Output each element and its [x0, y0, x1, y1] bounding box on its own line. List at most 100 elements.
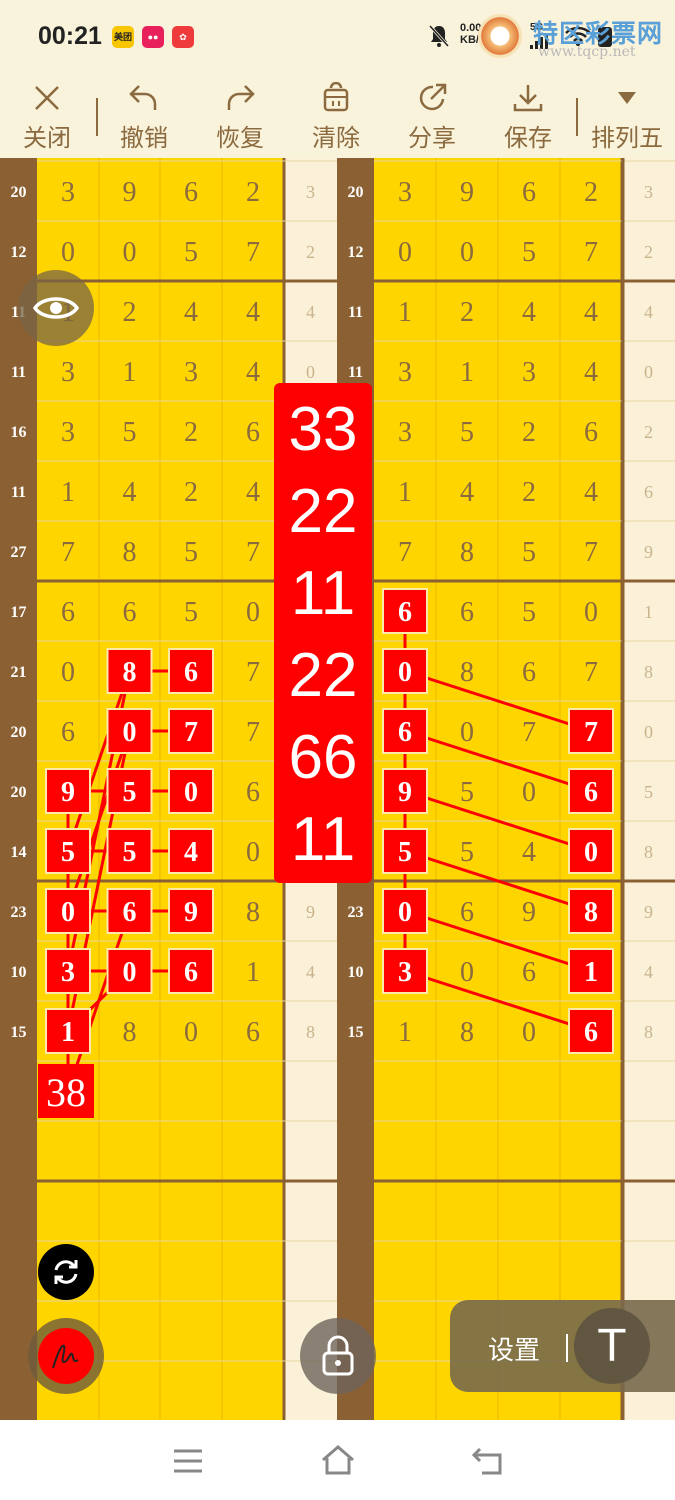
- undo-label: 撤销: [120, 125, 168, 152]
- left-extra-digit: 2: [306, 242, 315, 262]
- left-digit: 9: [123, 177, 137, 208]
- eye-toggle-button[interactable]: [18, 270, 94, 346]
- right-issue-id: 20: [348, 184, 364, 201]
- left-issue-id: 11: [11, 484, 26, 501]
- right-issue-id: 10: [348, 964, 364, 981]
- left-digit: 8: [246, 897, 260, 928]
- mute-bell-icon: [428, 24, 450, 54]
- clear-button[interactable]: 清除: [296, 78, 376, 154]
- left-digit: 6: [123, 597, 137, 628]
- close-button[interactable]: 关闭: [7, 78, 87, 154]
- left-digit: 0: [61, 897, 75, 928]
- save-label: 保存: [504, 125, 552, 152]
- right-issue-id: 23: [348, 904, 364, 921]
- left-digit: 7: [246, 717, 260, 748]
- right-digit: 0: [398, 237, 412, 268]
- home-nav-button[interactable]: [320, 1444, 356, 1481]
- left-digit: 6: [184, 657, 198, 688]
- center-number: 33: [288, 395, 358, 464]
- save-button[interactable]: 保存: [488, 78, 568, 154]
- left-digit: 1: [61, 477, 75, 508]
- left-digit: 6: [61, 717, 75, 748]
- right-digit: 6: [584, 777, 598, 808]
- right-digit: 4: [584, 297, 598, 328]
- toolbar-divider: [576, 98, 578, 136]
- meituan-app-icon: 美团: [112, 26, 134, 48]
- right-digit: 0: [398, 657, 412, 688]
- left-digit: 0: [184, 1017, 198, 1048]
- pen-button[interactable]: [28, 1318, 104, 1394]
- right-digit: 3: [398, 957, 412, 988]
- left-digit: 4: [184, 297, 198, 328]
- right-digit: 6: [522, 657, 536, 688]
- left-extra-digit: 3: [306, 182, 315, 202]
- left-digit: 8: [123, 537, 137, 568]
- left-digit: 7: [246, 537, 260, 568]
- left-digit: 9: [61, 777, 75, 808]
- right-digit: 2: [522, 477, 536, 508]
- settings-button[interactable]: 设置: [488, 1330, 540, 1367]
- left-issue-id: 20: [11, 724, 27, 741]
- right-extra-digit: 0: [644, 722, 653, 742]
- left-digit: 4: [246, 357, 260, 388]
- text-tool-button[interactable]: T: [574, 1308, 650, 1384]
- redo-button[interactable]: 恢复: [200, 78, 280, 154]
- center-number-panel: 33 22 11 22 66 11: [274, 383, 372, 883]
- right-digit: 7: [584, 717, 598, 748]
- left-issue-id: 17: [11, 604, 27, 621]
- left-digit: 5: [123, 417, 137, 448]
- center-number: 11: [290, 805, 356, 874]
- download-icon: [513, 85, 543, 112]
- right-digit: 0: [398, 897, 412, 928]
- left-digit: 6: [61, 597, 75, 628]
- left-digit: 1: [246, 957, 260, 988]
- home-icon: [322, 1445, 354, 1475]
- left-digit: 0: [61, 657, 75, 688]
- left-digit: 6: [246, 417, 260, 448]
- left-digit: 9: [184, 897, 198, 928]
- left-digit: 0: [246, 837, 260, 868]
- toolbar: 关闭 撤销 恢复 清除 分享 保存 排列五: [0, 72, 675, 158]
- right-digit: 6: [584, 417, 598, 448]
- left-issue-id: 16: [11, 424, 27, 441]
- left-digit: 2: [184, 477, 198, 508]
- lock-button[interactable]: [300, 1318, 376, 1394]
- right-extra-digit: 8: [644, 662, 653, 682]
- undo-button[interactable]: 撤销: [104, 78, 184, 154]
- pen-color-swatch: [38, 1328, 94, 1384]
- refresh-button[interactable]: [38, 1244, 94, 1300]
- menu-nav-button[interactable]: [172, 1448, 204, 1479]
- right-extra-digit: 0: [644, 362, 653, 382]
- left-issue-id: 20: [11, 784, 27, 801]
- right-extra-digit: 4: [644, 302, 653, 322]
- text-tool-label: T: [598, 1320, 626, 1372]
- watermark: 特区彩票网 www.tqcp.net: [478, 14, 668, 64]
- share-icon: [419, 83, 447, 111]
- right-extra-digit: 2: [644, 242, 653, 262]
- right-digit: 7: [584, 537, 598, 568]
- clock: 00:21: [38, 22, 102, 50]
- right-digit: 0: [584, 597, 598, 628]
- right-digit: 5: [460, 837, 474, 868]
- right-digit: 5: [522, 597, 536, 628]
- left-issue-id: 27: [11, 544, 27, 561]
- right-extra-digit: 8: [644, 842, 653, 862]
- right-digit: 5: [398, 837, 412, 868]
- right-digit: 9: [522, 897, 536, 928]
- left-digit: 2: [184, 417, 198, 448]
- left-digit: 8: [123, 1017, 137, 1048]
- lottery-type-select[interactable]: 排列五: [583, 78, 671, 154]
- share-button[interactable]: 分享: [392, 78, 472, 154]
- lock-icon: [322, 1335, 354, 1376]
- back-nav-button[interactable]: [470, 1446, 506, 1481]
- right-digit: 4: [522, 837, 536, 868]
- right-extra-digit: 3: [644, 182, 653, 202]
- right-digit: 6: [460, 597, 474, 628]
- watermark-logo: [478, 14, 522, 58]
- right-digit: 7: [522, 717, 536, 748]
- pen-scribble-icon: [52, 1344, 79, 1369]
- right-issue-id: 11: [348, 304, 363, 321]
- left-digit: 5: [184, 597, 198, 628]
- watermark-url: www.tqcp.net: [538, 44, 636, 60]
- left-digit: 0: [184, 777, 198, 808]
